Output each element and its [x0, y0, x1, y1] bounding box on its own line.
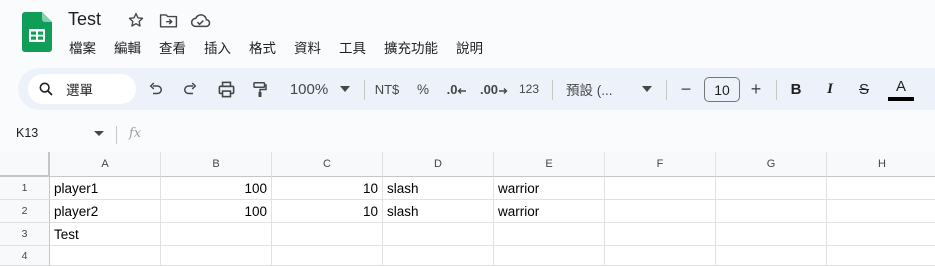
column-header-b[interactable]: B [161, 152, 272, 177]
cell-a1[interactable]: player1 [50, 177, 161, 200]
column-header-a[interactable]: A [50, 152, 161, 177]
sheets-logo-icon[interactable] [22, 12, 52, 52]
cell-f3[interactable] [605, 223, 716, 246]
name-box[interactable]: K13 [16, 126, 38, 140]
cell-d4[interactable] [383, 246, 494, 266]
undo-icon[interactable] [142, 68, 170, 110]
increase-decimal-label: .00 [479, 81, 499, 97]
document-title[interactable]: Test [68, 9, 101, 30]
row-header-4[interactable]: 4 [0, 246, 50, 266]
cell-e1[interactable]: warrior [494, 177, 605, 200]
toolbar: 選單 100% NT$ % .0 .00 123 預設 (... − 10 + … [18, 68, 935, 110]
menu-extensions[interactable]: 擴充功能 [375, 39, 447, 59]
cell-a2[interactable]: player2 [50, 200, 161, 223]
cell-b2[interactable]: 100 [161, 200, 272, 223]
decrease-decimal-button[interactable]: .0 [442, 68, 472, 110]
name-box-caret-icon[interactable] [94, 131, 104, 136]
increase-font-size-button[interactable]: + [744, 68, 768, 110]
formula-input[interactable] [156, 124, 926, 146]
decrease-font-size-button[interactable]: − [674, 68, 698, 110]
cell-h4[interactable] [827, 246, 935, 266]
formula-bar: K13 fx [0, 118, 935, 152]
search-menus-button[interactable]: 選單 [28, 74, 136, 104]
cell-g2[interactable] [716, 200, 827, 223]
column-header-c[interactable]: C [272, 152, 383, 177]
paint-format-icon[interactable] [246, 68, 274, 110]
cloud-saved-icon[interactable] [188, 10, 212, 30]
cell-h3[interactable] [827, 223, 935, 246]
cell-h1[interactable] [827, 177, 935, 200]
decrease-decimal-label: .0 [446, 81, 458, 97]
select-all-corner[interactable] [0, 152, 50, 177]
menu-bar: 檔案 編輯 查看 插入 格式 資料 工具 擴充功能 說明 [60, 39, 492, 59]
cell-d3[interactable] [383, 223, 494, 246]
sheets-window: Test 檔案 編輯 查看 插入 格式 資料 工具 擴充功能 說明 選單 100… [0, 0, 935, 266]
column-header-f[interactable]: F [605, 152, 716, 177]
menu-view[interactable]: 查看 [150, 39, 195, 59]
menu-insert[interactable]: 插入 [195, 39, 240, 59]
font-size-input[interactable]: 10 [704, 77, 740, 102]
menu-tools[interactable]: 工具 [330, 39, 375, 59]
cell-d2[interactable]: slash [383, 200, 494, 223]
text-color-label: A [895, 78, 906, 95]
column-header-d[interactable]: D [383, 152, 494, 177]
increase-decimal-button[interactable]: .00 [478, 68, 510, 110]
menu-file[interactable]: 檔案 [60, 39, 105, 59]
cell-b1[interactable]: 100 [161, 177, 272, 200]
cell-f1[interactable] [605, 177, 716, 200]
cell-g3[interactable] [716, 223, 827, 246]
more-formats-button[interactable]: 123 [516, 68, 542, 110]
sheet-grid: A B C D E F G H 1 player1 100 10 slash warrior 2 player… [0, 152, 935, 266]
zoom-caret-icon[interactable] [338, 68, 352, 110]
cell-d1[interactable]: slash [383, 177, 494, 200]
menu-data[interactable]: 資料 [285, 39, 330, 59]
fx-icon: fx [129, 126, 142, 141]
cell-c3[interactable] [272, 223, 383, 246]
strikethrough-button[interactable]: S [852, 68, 876, 110]
cell-e2[interactable]: warrior [494, 200, 605, 223]
column-header-h[interactable]: H [827, 152, 935, 177]
cell-a3[interactable]: Test [50, 223, 161, 246]
cell-c4[interactable] [272, 246, 383, 266]
font-caret-icon[interactable] [640, 68, 654, 110]
cell-c2[interactable]: 10 [272, 200, 383, 223]
menu-edit[interactable]: 編輯 [105, 39, 150, 59]
currency-format-button[interactable]: NT$ [370, 68, 404, 110]
search-icon [38, 80, 56, 98]
cell-g1[interactable] [716, 177, 827, 200]
menu-help[interactable]: 說明 [447, 39, 492, 59]
redo-icon[interactable] [176, 68, 204, 110]
row-header-2[interactable]: 2 [0, 200, 50, 223]
text-color-button[interactable]: A [886, 68, 916, 110]
print-icon[interactable] [212, 68, 240, 110]
cell-c1[interactable]: 10 [272, 177, 383, 200]
row-header-3[interactable]: 3 [0, 223, 50, 246]
menu-format[interactable]: 格式 [240, 39, 285, 59]
column-header-g[interactable]: G [716, 152, 827, 177]
column-header-e[interactable]: E [494, 152, 605, 177]
arrow-left-icon [457, 88, 467, 94]
search-label: 選單 [66, 83, 93, 98]
move-to-folder-icon[interactable] [156, 10, 180, 30]
font-family-select[interactable]: 預設 (... [566, 68, 626, 110]
text-color-swatch [888, 97, 914, 101]
cell-e4[interactable] [494, 246, 605, 266]
cell-a4[interactable] [50, 246, 161, 266]
cell-h2[interactable] [827, 200, 935, 223]
cell-g4[interactable] [716, 246, 827, 266]
cell-b3[interactable] [161, 223, 272, 246]
cell-f2[interactable] [605, 200, 716, 223]
row-header-1[interactable]: 1 [0, 177, 50, 200]
zoom-select[interactable]: 100% [284, 68, 334, 110]
bold-button[interactable]: B [784, 68, 808, 110]
star-icon[interactable] [124, 10, 148, 30]
cell-f4[interactable] [605, 246, 716, 266]
cell-b4[interactable] [161, 246, 272, 266]
italic-button[interactable]: I [818, 68, 842, 110]
percent-format-button[interactable]: % [412, 68, 434, 110]
cell-e3[interactable] [494, 223, 605, 246]
arrow-right-icon [499, 88, 508, 94]
